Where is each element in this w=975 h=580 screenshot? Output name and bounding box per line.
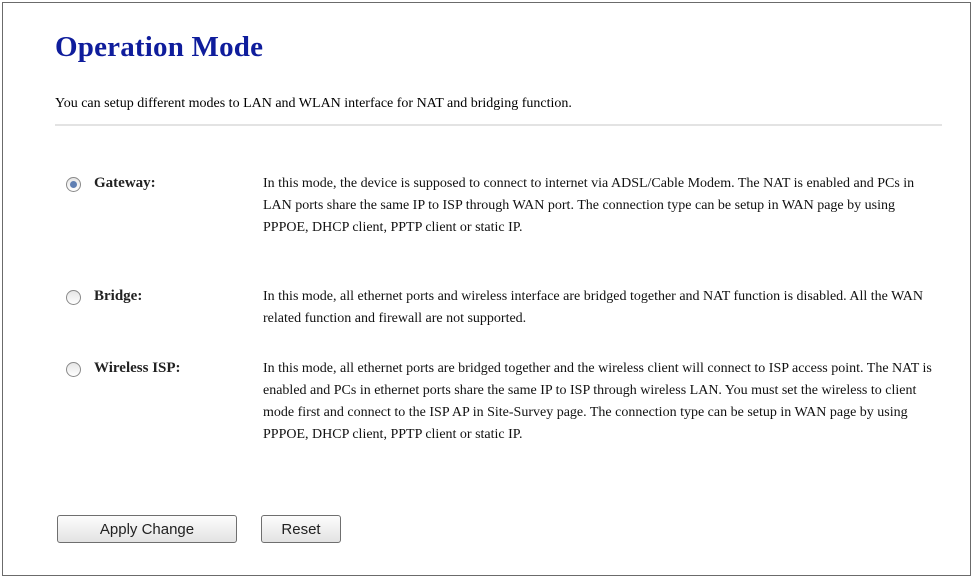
bridge-radio[interactable] bbox=[66, 290, 81, 305]
page-title: Operation Mode bbox=[55, 31, 264, 63]
reset-button[interactable]: Reset bbox=[261, 515, 341, 543]
wireless-isp-label: Wireless ISP: bbox=[94, 360, 181, 376]
bridge-description: In this mode, all ethernet ports and wir… bbox=[263, 289, 924, 326]
gateway-radio[interactable] bbox=[66, 177, 81, 192]
option-wireless-isp[interactable]: Wireless ISP: In this mode, all ethernet… bbox=[55, 358, 945, 442]
wireless-isp-description: In this mode, all ethernet ports are bri… bbox=[263, 361, 932, 442]
page-description: You can setup different modes to LAN and… bbox=[55, 96, 572, 111]
apply-change-button[interactable]: Apply Change bbox=[57, 515, 237, 543]
gateway-description: In this mode, the device is supposed to … bbox=[263, 176, 915, 235]
gateway-label: Gateway: bbox=[94, 175, 156, 191]
option-bridge[interactable]: Bridge: In this mode, all ethernet ports… bbox=[55, 286, 945, 326]
wireless-isp-radio[interactable] bbox=[66, 362, 81, 377]
option-gateway[interactable]: Gateway: In this mode, the device is sup… bbox=[55, 173, 945, 235]
operation-mode-panel: Operation Mode You can setup different m… bbox=[2, 2, 971, 576]
bridge-label: Bridge: bbox=[94, 288, 143, 304]
divider bbox=[55, 124, 942, 126]
